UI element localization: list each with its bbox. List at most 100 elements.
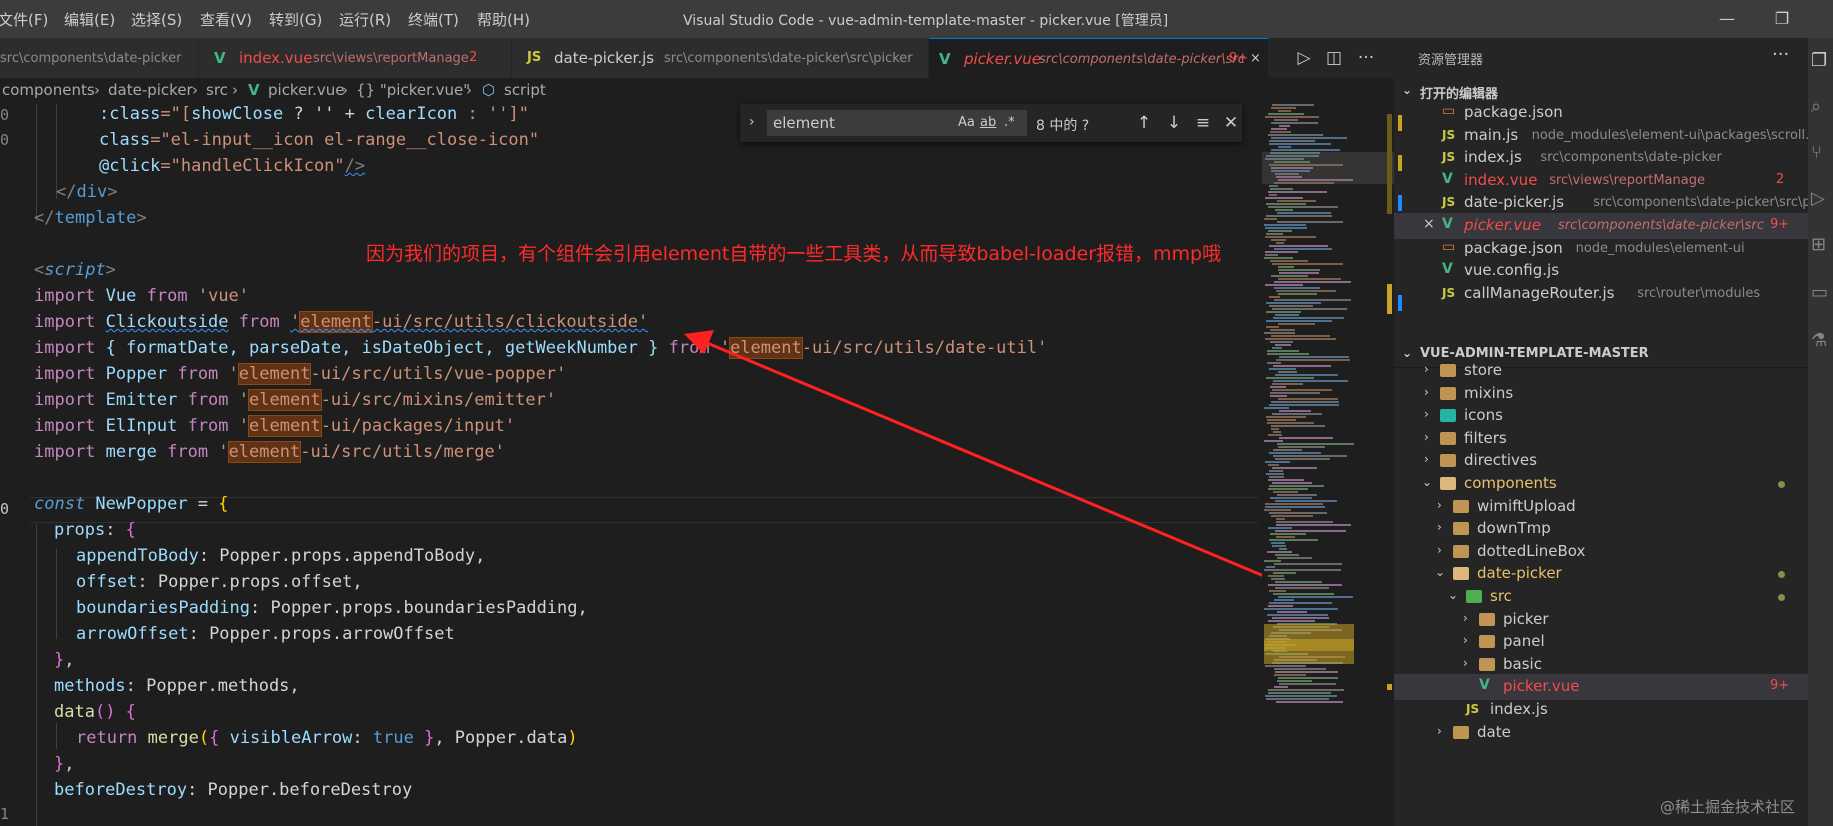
minimap-line (1264, 560, 1281, 562)
minimap-line (1269, 512, 1327, 514)
minimap-line (1265, 254, 1278, 256)
arrow-down-icon[interactable]: ↓ (1163, 111, 1185, 135)
minimap-line (1268, 464, 1279, 466)
run-debug-icon[interactable]: ▷ (1811, 188, 1831, 209)
tree-item-label: directives (1464, 451, 1537, 470)
file-type-icon: JS (1442, 285, 1456, 300)
minimap-line (1269, 185, 1278, 187)
minimap-line (1276, 359, 1350, 361)
file-type-icon: JS (1442, 195, 1456, 210)
minimap-line (1264, 257, 1293, 259)
match-case-icon[interactable]: Aa (958, 115, 975, 130)
test-icon[interactable]: ⚗ (1811, 330, 1831, 351)
minimap-line (1279, 548, 1287, 550)
minimap-line (1270, 341, 1293, 343)
chevron-right-icon: › (1424, 407, 1429, 422)
minimap-line (1266, 377, 1314, 379)
open-editor-item[interactable]: JS callManageRouter.js src\router\modules (1394, 281, 1808, 307)
tree-item-label: date (1477, 722, 1511, 741)
minimap-line (1266, 311, 1301, 313)
arrow-up-icon[interactable]: ↑ (1133, 111, 1155, 135)
minimap-line (1272, 308, 1347, 310)
vue-icon: V (1479, 677, 1490, 694)
minimap-line (1274, 668, 1326, 670)
minimap-line (1273, 455, 1347, 457)
minimap-line (1270, 131, 1291, 133)
minimap-slider[interactable] (1262, 152, 1394, 184)
minimap-line (1274, 281, 1351, 283)
minimap-line (1269, 143, 1331, 145)
problem-count: 9+ (1770, 217, 1790, 232)
search-icon[interactable]: ⌕ (1811, 96, 1831, 117)
chevron-right-icon[interactable]: › (749, 114, 755, 130)
more-actions-icon[interactable]: ··· (1772, 44, 1789, 65)
minimap-line (1273, 431, 1281, 433)
minimap-line (1271, 401, 1339, 403)
folder-icon (1440, 364, 1456, 377)
close-icon[interactable]: ✕ (1220, 111, 1242, 135)
find-result-count: 8 中的 ? (1036, 118, 1090, 134)
minimap-line (1270, 188, 1293, 190)
minimap-line (1268, 575, 1284, 577)
folder-open-icon (1440, 477, 1456, 490)
chevron-down-icon: ⌄ (1435, 565, 1446, 580)
find-in-selection-icon[interactable]: ≡ (1192, 111, 1214, 135)
tree-item[interactable]: › date (1394, 720, 1808, 746)
tree-item-label: picker (1503, 609, 1549, 628)
minimap-line (1277, 443, 1354, 445)
close-icon[interactable]: × (1423, 216, 1435, 232)
minimap-line (1269, 476, 1284, 478)
minimap-line (1269, 602, 1332, 604)
minimap-line (1266, 302, 1321, 304)
minimap-line (1275, 554, 1299, 556)
minimap-line (1271, 542, 1285, 544)
minimap-line (1268, 527, 1292, 529)
minimap-line (1268, 620, 1315, 622)
minimap-line (1268, 434, 1282, 436)
chevron-right-icon: › (1437, 497, 1442, 512)
extensions-icon[interactable]: ⊞ (1811, 234, 1831, 255)
minimap-line (1273, 572, 1296, 574)
minimap-line (1271, 275, 1308, 277)
minimap-line (1267, 422, 1314, 424)
folder-icon (1479, 657, 1495, 671)
minimap-line (1264, 608, 1338, 610)
minimap-line (1269, 452, 1321, 454)
chevron-right-icon: › (1463, 610, 1468, 625)
minimap-line (1273, 380, 1348, 382)
minimap-line (1268, 206, 1338, 208)
minimap-line (1269, 296, 1280, 298)
minimap-line (1273, 365, 1331, 367)
minimap-line (1269, 539, 1318, 541)
minimap-line (1276, 701, 1343, 703)
minimap-line (1264, 224, 1306, 226)
file-path: node_modules\element-ui\packages\scroll.… (1531, 127, 1808, 143)
file-path: src\components\date-picker\src (1558, 218, 1764, 233)
minimap-line (1277, 680, 1312, 682)
tree-item-label: filters (1464, 428, 1507, 447)
file-name: date-picker.js (1464, 193, 1565, 212)
minimap-line (1265, 695, 1337, 697)
whole-word-icon[interactable]: ab (980, 115, 996, 130)
minimap-line (1268, 689, 1344, 691)
minimap-line (1272, 347, 1282, 349)
minimap-line (1278, 293, 1317, 295)
minimap[interactable] (1262, 104, 1394, 826)
minimap-line (1266, 320, 1332, 322)
minimap-line (1272, 545, 1286, 547)
arrow-head (684, 330, 714, 354)
source-control-icon[interactable]: ⑂ (1811, 142, 1831, 163)
minimap-line (1266, 326, 1279, 328)
minimap-line (1271, 425, 1325, 427)
file-path: src\components\date-picker (1540, 150, 1722, 166)
minimap-line (1277, 212, 1331, 214)
explorer-icon[interactable]: ❐ (1811, 50, 1831, 71)
minimap-line (1271, 515, 1313, 517)
minimap-line (1270, 533, 1306, 535)
remote-explorer-icon[interactable]: ▭ (1811, 282, 1831, 303)
minimap-line (1269, 245, 1328, 247)
file-type-icon: ▭ (1442, 238, 1456, 255)
minimap-line (1268, 191, 1327, 193)
minimap-line (1271, 107, 1296, 109)
regex-icon[interactable]: .* (1004, 115, 1015, 130)
